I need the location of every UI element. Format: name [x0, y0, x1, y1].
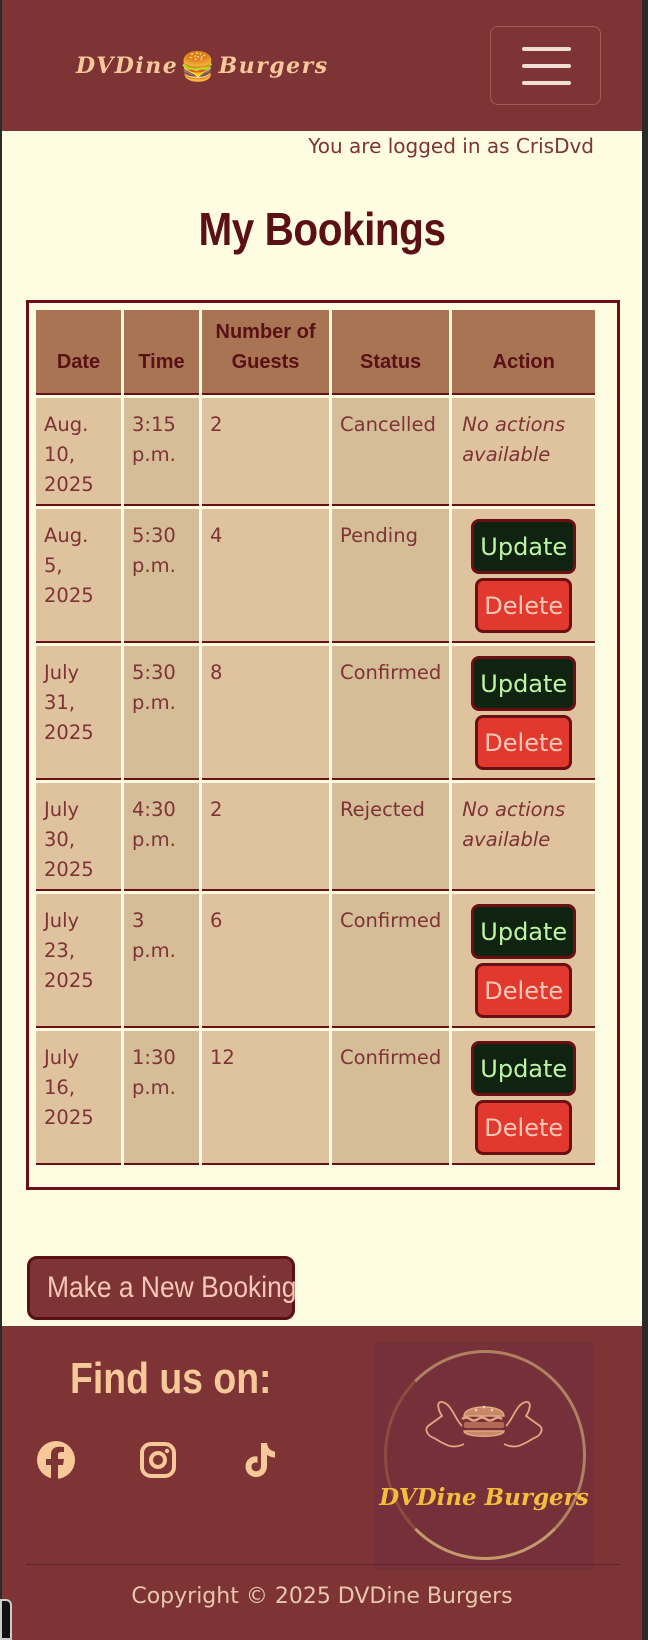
table-row: July 30, 2025 4:30 p.m. 2 Rejected No ac…: [36, 783, 596, 891]
table-header-row: Date Time Number of Guests Status Action: [36, 310, 596, 395]
booking-time: 5:30 p.m.: [124, 509, 199, 643]
no-actions-text: No actions available: [452, 398, 596, 506]
column-header-action: Action: [452, 310, 596, 395]
booking-status: Confirmed: [332, 646, 450, 780]
booking-status: Confirmed: [332, 1031, 450, 1165]
booking-status: Pending: [332, 509, 450, 643]
booking-status: Confirmed: [332, 894, 450, 1028]
booking-guests: 6: [202, 894, 329, 1028]
logo-text: DVDine Burgers: [379, 1484, 589, 1511]
tiktok-icon[interactable]: [240, 1440, 280, 1480]
delete-button[interactable]: Delete: [475, 715, 573, 770]
booking-actions: Update Delete: [452, 646, 596, 780]
navbar: DVDine 🍔 Burgers: [2, 0, 642, 131]
new-booking-label: Make a New Booking: [47, 1271, 297, 1304]
instagram-icon[interactable]: [138, 1440, 178, 1480]
update-button[interactable]: Update: [471, 656, 577, 711]
column-header-date: Date: [36, 310, 121, 395]
window-edge-tab: [0, 1599, 12, 1640]
table-row: Aug. 5, 2025 5:30 p.m. 4 Pending Update …: [36, 509, 596, 643]
booking-date: Aug. 10, 2025: [36, 398, 121, 506]
brand-name-first: DVDine: [76, 53, 179, 79]
booking-actions: Update Delete: [452, 1031, 596, 1165]
booking-date: July 31, 2025: [36, 646, 121, 780]
update-button[interactable]: Update: [471, 519, 577, 574]
footer: Find us on: DVDine Burgers Copyright © 2…: [2, 1326, 642, 1640]
table-row: July 23, 2025 3 p.m. 6 Confirmed Update …: [36, 894, 596, 1028]
booking-guests: 12: [202, 1031, 329, 1165]
booking-date: Aug. 5, 2025: [36, 509, 121, 643]
page-title: My Bookings: [198, 203, 446, 255]
booking-guests: 2: [202, 398, 329, 506]
booking-date: July 23, 2025: [36, 894, 121, 1028]
booking-date: July 30, 2025: [36, 783, 121, 891]
footer-divider: [26, 1564, 620, 1565]
burger-icon: 🍔: [180, 49, 217, 83]
table-row: July 31, 2025 5:30 p.m. 8 Confirmed Upda…: [36, 646, 596, 780]
update-button[interactable]: Update: [471, 904, 577, 959]
booking-status: Cancelled: [332, 398, 450, 506]
facebook-icon[interactable]: [36, 1440, 76, 1480]
booking-actions: Update Delete: [452, 509, 596, 643]
menu-toggle-button[interactable]: [490, 26, 601, 105]
booking-guests: 2: [202, 783, 329, 891]
login-status: You are logged in as CrisDvd: [308, 134, 594, 158]
booking-time: 3:15 p.m.: [124, 398, 199, 506]
booking-date: July 16, 2025: [36, 1031, 121, 1165]
booking-time: 4:30 p.m.: [124, 783, 199, 891]
table-row: July 16, 2025 1:30 p.m. 12 Confirmed Upd…: [36, 1031, 596, 1165]
bookings-table: Date Time Number of Guests Status Action…: [26, 300, 620, 1190]
column-header-guests: Number of Guests: [202, 310, 329, 395]
booking-time: 3 p.m.: [124, 894, 199, 1028]
column-header-time: Time: [124, 310, 199, 395]
column-header-status: Status: [332, 310, 450, 395]
delete-button[interactable]: Delete: [475, 963, 573, 1018]
delete-button[interactable]: Delete: [475, 578, 573, 633]
new-booking-button[interactable]: Make a New Booking: [27, 1256, 297, 1320]
booking-guests: 8: [202, 646, 329, 780]
brand-logo[interactable]: DVDine 🍔 Burgers: [76, 48, 329, 84]
booking-status: Rejected: [332, 783, 450, 891]
delete-button[interactable]: Delete: [475, 1100, 573, 1155]
find-us-heading: Find us on:: [70, 1354, 272, 1403]
booking-time: 1:30 p.m.: [124, 1031, 199, 1165]
booking-actions: Update Delete: [452, 894, 596, 1028]
copyright-text: Copyright © 2025 DVDine Burgers: [131, 1584, 513, 1609]
booking-time: 5:30 p.m.: [124, 646, 199, 780]
table-row: Aug. 10, 2025 3:15 p.m. 2 Cancelled No a…: [36, 398, 596, 506]
no-actions-text: No actions available: [452, 783, 596, 891]
page: DVDine 🍔 Burgers You are logged in as Cr…: [2, 0, 642, 1640]
restaurant-logo: DVDine Burgers: [374, 1342, 594, 1570]
brand-name-second: Burgers: [218, 53, 329, 79]
booking-guests: 4: [202, 509, 329, 643]
burger-hands-icon: [425, 1401, 543, 1448]
update-button[interactable]: Update: [471, 1041, 577, 1096]
